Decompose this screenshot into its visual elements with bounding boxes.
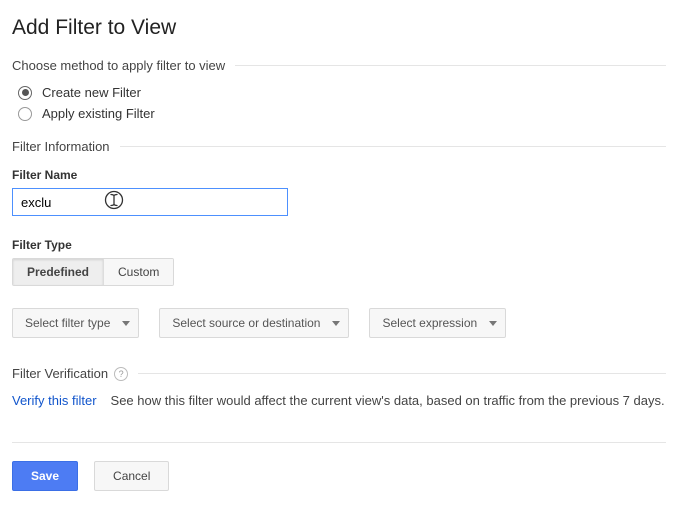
filter-name-label: Filter Name [12, 168, 666, 182]
radio-label: Create new Filter [42, 85, 141, 100]
chevron-down-icon [489, 321, 497, 326]
help-icon[interactable]: ? [114, 367, 128, 381]
dropdown-select-expression[interactable]: Select expression [369, 308, 506, 338]
filter-type-toggle: Predefined Custom [12, 258, 174, 286]
radio-label: Apply existing Filter [42, 106, 155, 121]
page-title: Add Filter to View [12, 16, 666, 40]
radio-create-new-filter[interactable]: Create new Filter [18, 85, 666, 100]
radio-apply-existing-filter[interactable]: Apply existing Filter [18, 106, 666, 121]
dropdown-label: Select filter type [25, 316, 110, 330]
filter-type-label: Filter Type [12, 238, 666, 252]
divider [120, 146, 666, 147]
verify-filter-link[interactable]: Verify this filter [12, 393, 97, 408]
cancel-button[interactable]: Cancel [94, 461, 169, 491]
method-radio-group: Create new Filter Apply existing Filter [18, 85, 666, 121]
radio-icon [18, 86, 32, 100]
verify-description: See how this filter would affect the cur… [111, 393, 665, 408]
chevron-down-icon [332, 321, 340, 326]
dropdown-label: Select expression [382, 316, 477, 330]
filter-info-section-header: Filter Information [12, 139, 666, 154]
divider [235, 65, 666, 66]
divider [12, 442, 666, 443]
filter-info-section-label: Filter Information [12, 139, 110, 154]
dropdown-select-filter-type[interactable]: Select filter type [12, 308, 139, 338]
save-button[interactable]: Save [12, 461, 78, 491]
radio-icon [18, 107, 32, 121]
method-section-label: Choose method to apply filter to view [12, 58, 225, 73]
filter-name-input[interactable] [12, 188, 288, 216]
dropdown-select-source-destination[interactable]: Select source or destination [159, 308, 349, 338]
verification-section-label: Filter Verification [12, 366, 108, 381]
toggle-custom[interactable]: Custom [103, 259, 173, 285]
dropdown-label: Select source or destination [172, 316, 320, 330]
verification-section-header: Filter Verification ? [12, 366, 666, 381]
divider [138, 373, 666, 374]
method-section-header: Choose method to apply filter to view [12, 58, 666, 73]
chevron-down-icon [122, 321, 130, 326]
toggle-predefined[interactable]: Predefined [13, 259, 103, 285]
